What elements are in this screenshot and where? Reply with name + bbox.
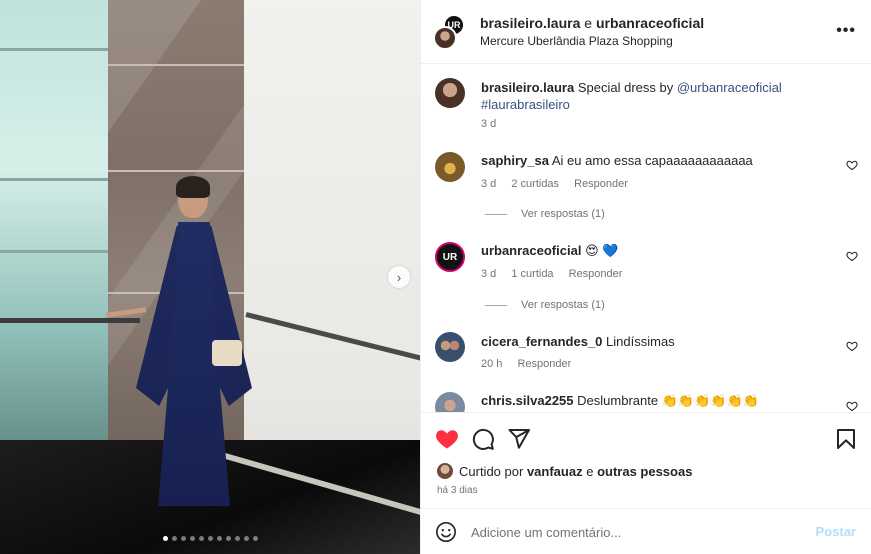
comment-row: cicera_fernandes_0 Lindíssimas: [481, 334, 675, 349]
carousel-dot: [162, 536, 168, 541]
post-button[interactable]: Postar: [816, 524, 856, 539]
comment-username[interactable]: cicera_fernandes_0: [481, 334, 602, 349]
carousel-dot: [234, 536, 240, 541]
avatar[interactable]: [435, 152, 465, 182]
handbag: [212, 340, 242, 366]
share-icon[interactable]: [507, 427, 531, 451]
reply-button[interactable]: Responder: [517, 358, 571, 370]
heart-outline-icon[interactable]: [846, 250, 858, 262]
carousel-dot: [243, 536, 249, 541]
glass-frame: [0, 178, 108, 181]
replies-line: [485, 304, 507, 306]
glass-frame: [0, 48, 108, 51]
comment-text: Ai eu amo essa capaaaaaaaaaaaa: [551, 153, 753, 168]
liked-by-others[interactable]: outras pessoas: [597, 464, 692, 479]
comments-list[interactable]: brasileiro.laura Special dress by @urban…: [421, 64, 871, 412]
heart-outline-icon[interactable]: [846, 340, 858, 352]
avatar[interactable]: [435, 78, 465, 108]
view-replies-button[interactable]: Ver respostas (1): [485, 208, 605, 220]
comment-icon[interactable]: [471, 427, 495, 451]
liked-by-user[interactable]: vanfauaz: [527, 464, 583, 479]
carousel-dot: [225, 536, 231, 541]
carousel-dot: [216, 536, 222, 541]
post-photo[interactable]: ›: [0, 0, 420, 554]
glass-frame: [0, 250, 108, 253]
header-user2[interactable]: urbanraceoficial: [596, 15, 704, 31]
comment-likes[interactable]: 2 curtidas: [511, 178, 559, 190]
comment-time: 3 d: [481, 178, 497, 190]
comment-time: 3 d: [481, 268, 497, 280]
replies-line: [485, 213, 507, 215]
comment-time: 20 h: [481, 358, 503, 370]
heart-outline-icon[interactable]: [846, 400, 858, 412]
carousel-dot: [198, 536, 204, 541]
caption-time: 3 d: [481, 118, 497, 130]
reply-button[interactable]: Responder: [574, 178, 628, 190]
view-replies-label: Ver respostas (1): [521, 208, 605, 220]
chevron-right-icon: ›: [396, 269, 402, 285]
comment-input[interactable]: [471, 521, 801, 543]
heart-filled-icon[interactable]: [435, 427, 459, 451]
post-time[interactable]: há 3 dias: [437, 485, 478, 496]
more-options-button[interactable]: •••: [836, 22, 856, 40]
carousel-dot: [189, 536, 195, 541]
liked-by-avatar[interactable]: [437, 463, 453, 479]
carousel-dots: [0, 536, 420, 541]
heart-outline-icon[interactable]: [846, 159, 858, 171]
header-usernames: brasileiro.laura e urbanraceoficial: [480, 15, 704, 31]
carousel-dot: [171, 536, 177, 541]
comment-meta: 20 h Responder: [481, 358, 583, 370]
reply-button[interactable]: Responder: [569, 268, 623, 280]
comment-row: urbanraceoficial 😍 💙: [481, 243, 618, 259]
carousel-dot: [180, 536, 186, 541]
liked-by-prefix: Curtido por: [459, 463, 524, 479]
avatar[interactable]: [435, 392, 465, 412]
post-details-panel: UR brasileiro.laura e urbanraceoficial M…: [420, 0, 871, 554]
comment-meta: 3 d 1 curtida Responder: [481, 268, 634, 280]
header-and: e: [584, 15, 593, 31]
comment-meta: 3 d 2 curtidas Responder: [481, 178, 640, 190]
handrail: [0, 318, 140, 323]
more-horizontal-icon: •••: [836, 22, 856, 39]
caption-mention[interactable]: @urbanraceoficial: [677, 80, 782, 95]
view-replies-label: Ver respostas (1): [521, 299, 605, 311]
woman-in-blue-dress: [105, 176, 260, 518]
post-header: UR brasileiro.laura e urbanraceoficial M…: [421, 0, 871, 64]
hair: [176, 176, 210, 198]
comment-row: chris.silva2255 Deslumbrante 👏👏👏👏👏👏: [481, 393, 759, 409]
caption-username[interactable]: brasileiro.laura: [481, 80, 574, 95]
comment-likes[interactable]: 1 curtida: [511, 268, 553, 280]
emoji-icon[interactable]: [435, 521, 457, 543]
comment-text: 😍 💙: [585, 243, 619, 258]
bookmark-icon[interactable]: [834, 427, 858, 451]
caption-hashtag[interactable]: #laurabrasileiro: [481, 97, 570, 112]
comment-row: saphiry_sa Ai eu amo essa capaaaaaaaaaaa…: [481, 153, 753, 168]
carousel-dot: [252, 536, 258, 541]
carousel-dot: [207, 536, 213, 541]
collab-avatars[interactable]: UR: [433, 14, 467, 50]
add-comment-bar: Postar: [421, 508, 871, 554]
avatar[interactable]: [435, 332, 465, 362]
marble-seam: [108, 170, 244, 172]
liked-by-and: e: [586, 463, 594, 479]
location-link[interactable]: Mercure Uberlândia Plaza Shopping: [480, 34, 673, 48]
avatar[interactable]: UR: [435, 242, 465, 272]
marble-seam: [108, 64, 244, 66]
avatar-brasileiro-laura[interactable]: [433, 26, 457, 50]
caption-text: Special dress by: [577, 80, 677, 95]
liked-by: Curtido por vanfauaz e outras pessoas: [437, 463, 692, 479]
caption-meta: 3 d: [481, 118, 508, 130]
comment-username[interactable]: urbanraceoficial: [481, 243, 581, 258]
comment-username[interactable]: saphiry_sa: [481, 153, 549, 168]
comment-username[interactable]: chris.silva2255: [481, 393, 574, 408]
caption: brasileiro.laura Special dress by @urban…: [481, 79, 811, 113]
action-bar: Curtido por vanfauaz e outras pessoas há…: [421, 412, 871, 508]
carousel-next-button[interactable]: ›: [388, 266, 410, 288]
comment-text: Lindíssimas: [606, 334, 675, 349]
comment-text: Deslumbrante 👏👏👏👏👏👏: [577, 393, 759, 408]
view-replies-button[interactable]: Ver respostas (1): [485, 299, 605, 311]
header-user1[interactable]: brasileiro.laura: [480, 15, 580, 31]
